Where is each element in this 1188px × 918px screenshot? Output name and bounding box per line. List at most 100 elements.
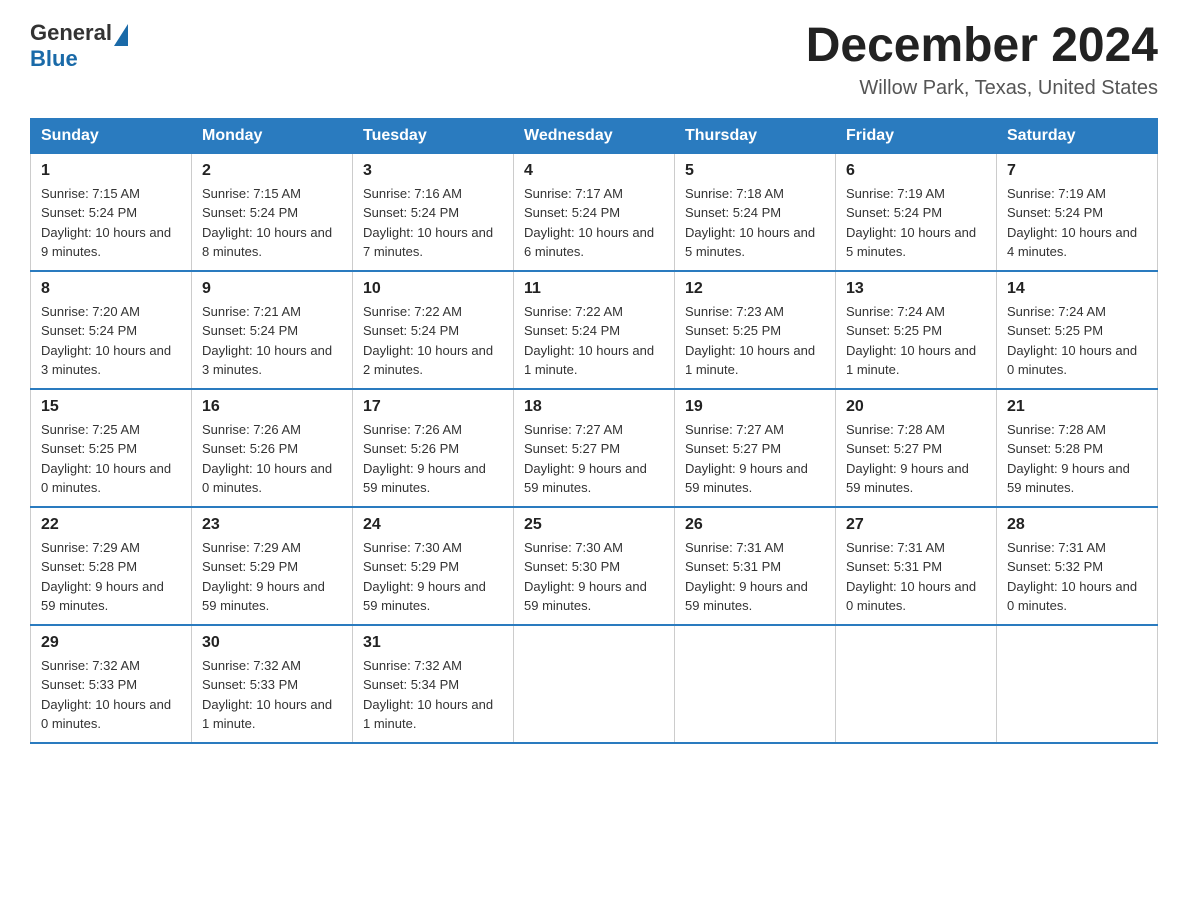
day-info: Sunrise: 7:15 AMSunset: 5:24 PMDaylight:…: [202, 184, 342, 262]
day-info: Sunrise: 7:30 AMSunset: 5:29 PMDaylight:…: [363, 538, 503, 616]
title-block: December 2024 Willow Park, Texas, United…: [806, 20, 1158, 100]
col-tuesday: Tuesday: [353, 118, 514, 153]
calendar-cell: 30 Sunrise: 7:32 AMSunset: 5:33 PMDaylig…: [192, 625, 353, 743]
calendar-cell: 8 Sunrise: 7:20 AMSunset: 5:24 PMDayligh…: [31, 271, 192, 389]
calendar-cell: [514, 625, 675, 743]
day-info: Sunrise: 7:32 AMSunset: 5:33 PMDaylight:…: [202, 656, 342, 734]
calendar-cell: 17 Sunrise: 7:26 AMSunset: 5:26 PMDaylig…: [353, 389, 514, 507]
day-info: Sunrise: 7:21 AMSunset: 5:24 PMDaylight:…: [202, 302, 342, 380]
day-info: Sunrise: 7:22 AMSunset: 5:24 PMDaylight:…: [363, 302, 503, 380]
day-info: Sunrise: 7:32 AMSunset: 5:34 PMDaylight:…: [363, 656, 503, 734]
calendar-cell: 22 Sunrise: 7:29 AMSunset: 5:28 PMDaylig…: [31, 507, 192, 625]
day-number: 19: [685, 398, 825, 416]
calendar-cell: 21 Sunrise: 7:28 AMSunset: 5:28 PMDaylig…: [997, 389, 1158, 507]
calendar-cell: 3 Sunrise: 7:16 AMSunset: 5:24 PMDayligh…: [353, 153, 514, 271]
calendar-cell: 23 Sunrise: 7:29 AMSunset: 5:29 PMDaylig…: [192, 507, 353, 625]
calendar-cell: 11 Sunrise: 7:22 AMSunset: 5:24 PMDaylig…: [514, 271, 675, 389]
day-number: 29: [41, 634, 181, 652]
day-info: Sunrise: 7:31 AMSunset: 5:31 PMDaylight:…: [685, 538, 825, 616]
day-number: 9: [202, 280, 342, 298]
day-info: Sunrise: 7:19 AMSunset: 5:24 PMDaylight:…: [1007, 184, 1147, 262]
calendar-cell: [997, 625, 1158, 743]
day-info: Sunrise: 7:25 AMSunset: 5:25 PMDaylight:…: [41, 420, 181, 498]
calendar-cell: 10 Sunrise: 7:22 AMSunset: 5:24 PMDaylig…: [353, 271, 514, 389]
calendar-week-row: 15 Sunrise: 7:25 AMSunset: 5:25 PMDaylig…: [31, 389, 1158, 507]
day-info: Sunrise: 7:30 AMSunset: 5:30 PMDaylight:…: [524, 538, 664, 616]
col-friday: Friday: [836, 118, 997, 153]
day-number: 10: [363, 280, 503, 298]
calendar-cell: 1 Sunrise: 7:15 AMSunset: 5:24 PMDayligh…: [31, 153, 192, 271]
day-number: 6: [846, 162, 986, 180]
day-info: Sunrise: 7:32 AMSunset: 5:33 PMDaylight:…: [41, 656, 181, 734]
calendar-cell: 31 Sunrise: 7:32 AMSunset: 5:34 PMDaylig…: [353, 625, 514, 743]
day-number: 26: [685, 516, 825, 534]
calendar-cell: [675, 625, 836, 743]
day-info: Sunrise: 7:15 AMSunset: 5:24 PMDaylight:…: [41, 184, 181, 262]
day-info: Sunrise: 7:24 AMSunset: 5:25 PMDaylight:…: [1007, 302, 1147, 380]
calendar-cell: 12 Sunrise: 7:23 AMSunset: 5:25 PMDaylig…: [675, 271, 836, 389]
calendar-cell: 5 Sunrise: 7:18 AMSunset: 5:24 PMDayligh…: [675, 153, 836, 271]
calendar-title: December 2024: [806, 20, 1158, 73]
day-info: Sunrise: 7:17 AMSunset: 5:24 PMDaylight:…: [524, 184, 664, 262]
calendar-cell: 29 Sunrise: 7:32 AMSunset: 5:33 PMDaylig…: [31, 625, 192, 743]
day-number: 17: [363, 398, 503, 416]
calendar-cell: 24 Sunrise: 7:30 AMSunset: 5:29 PMDaylig…: [353, 507, 514, 625]
calendar-cell: 13 Sunrise: 7:24 AMSunset: 5:25 PMDaylig…: [836, 271, 997, 389]
day-info: Sunrise: 7:23 AMSunset: 5:25 PMDaylight:…: [685, 302, 825, 380]
day-number: 13: [846, 280, 986, 298]
calendar-cell: 4 Sunrise: 7:17 AMSunset: 5:24 PMDayligh…: [514, 153, 675, 271]
logo-general-text: General: [30, 20, 112, 46]
day-info: Sunrise: 7:31 AMSunset: 5:32 PMDaylight:…: [1007, 538, 1147, 616]
calendar-cell: 6 Sunrise: 7:19 AMSunset: 5:24 PMDayligh…: [836, 153, 997, 271]
day-number: 12: [685, 280, 825, 298]
header-row: Sunday Monday Tuesday Wednesday Thursday…: [31, 118, 1158, 153]
calendar-cell: 20 Sunrise: 7:28 AMSunset: 5:27 PMDaylig…: [836, 389, 997, 507]
day-number: 3: [363, 162, 503, 180]
calendar-body: 1 Sunrise: 7:15 AMSunset: 5:24 PMDayligh…: [31, 153, 1158, 743]
day-number: 11: [524, 280, 664, 298]
calendar-cell: 18 Sunrise: 7:27 AMSunset: 5:27 PMDaylig…: [514, 389, 675, 507]
day-number: 7: [1007, 162, 1147, 180]
col-saturday: Saturday: [997, 118, 1158, 153]
calendar-week-row: 22 Sunrise: 7:29 AMSunset: 5:28 PMDaylig…: [31, 507, 1158, 625]
day-info: Sunrise: 7:18 AMSunset: 5:24 PMDaylight:…: [685, 184, 825, 262]
day-info: Sunrise: 7:19 AMSunset: 5:24 PMDaylight:…: [846, 184, 986, 262]
day-number: 15: [41, 398, 181, 416]
calendar-cell: 7 Sunrise: 7:19 AMSunset: 5:24 PMDayligh…: [997, 153, 1158, 271]
col-thursday: Thursday: [675, 118, 836, 153]
day-number: 24: [363, 516, 503, 534]
calendar-cell: 28 Sunrise: 7:31 AMSunset: 5:32 PMDaylig…: [997, 507, 1158, 625]
logo-triangle-icon: [114, 24, 128, 46]
day-info: Sunrise: 7:22 AMSunset: 5:24 PMDaylight:…: [524, 302, 664, 380]
day-number: 2: [202, 162, 342, 180]
day-info: Sunrise: 7:27 AMSunset: 5:27 PMDaylight:…: [685, 420, 825, 498]
day-number: 21: [1007, 398, 1147, 416]
day-number: 23: [202, 516, 342, 534]
calendar-cell: 25 Sunrise: 7:30 AMSunset: 5:30 PMDaylig…: [514, 507, 675, 625]
day-number: 5: [685, 162, 825, 180]
col-sunday: Sunday: [31, 118, 192, 153]
day-info: Sunrise: 7:28 AMSunset: 5:27 PMDaylight:…: [846, 420, 986, 498]
calendar-table: Sunday Monday Tuesday Wednesday Thursday…: [30, 118, 1158, 744]
col-monday: Monday: [192, 118, 353, 153]
day-number: 1: [41, 162, 181, 180]
day-number: 28: [1007, 516, 1147, 534]
calendar-cell: 16 Sunrise: 7:26 AMSunset: 5:26 PMDaylig…: [192, 389, 353, 507]
day-number: 8: [41, 280, 181, 298]
day-info: Sunrise: 7:28 AMSunset: 5:28 PMDaylight:…: [1007, 420, 1147, 498]
day-info: Sunrise: 7:29 AMSunset: 5:29 PMDaylight:…: [202, 538, 342, 616]
calendar-cell: 15 Sunrise: 7:25 AMSunset: 5:25 PMDaylig…: [31, 389, 192, 507]
day-info: Sunrise: 7:29 AMSunset: 5:28 PMDaylight:…: [41, 538, 181, 616]
day-info: Sunrise: 7:31 AMSunset: 5:31 PMDaylight:…: [846, 538, 986, 616]
calendar-header: Sunday Monday Tuesday Wednesday Thursday…: [31, 118, 1158, 153]
calendar-cell: 14 Sunrise: 7:24 AMSunset: 5:25 PMDaylig…: [997, 271, 1158, 389]
calendar-cell: 26 Sunrise: 7:31 AMSunset: 5:31 PMDaylig…: [675, 507, 836, 625]
day-info: Sunrise: 7:16 AMSunset: 5:24 PMDaylight:…: [363, 184, 503, 262]
day-number: 31: [363, 634, 503, 652]
day-number: 14: [1007, 280, 1147, 298]
day-number: 25: [524, 516, 664, 534]
calendar-cell: 19 Sunrise: 7:27 AMSunset: 5:27 PMDaylig…: [675, 389, 836, 507]
calendar-cell: 2 Sunrise: 7:15 AMSunset: 5:24 PMDayligh…: [192, 153, 353, 271]
calendar-week-row: 29 Sunrise: 7:32 AMSunset: 5:33 PMDaylig…: [31, 625, 1158, 743]
day-info: Sunrise: 7:27 AMSunset: 5:27 PMDaylight:…: [524, 420, 664, 498]
